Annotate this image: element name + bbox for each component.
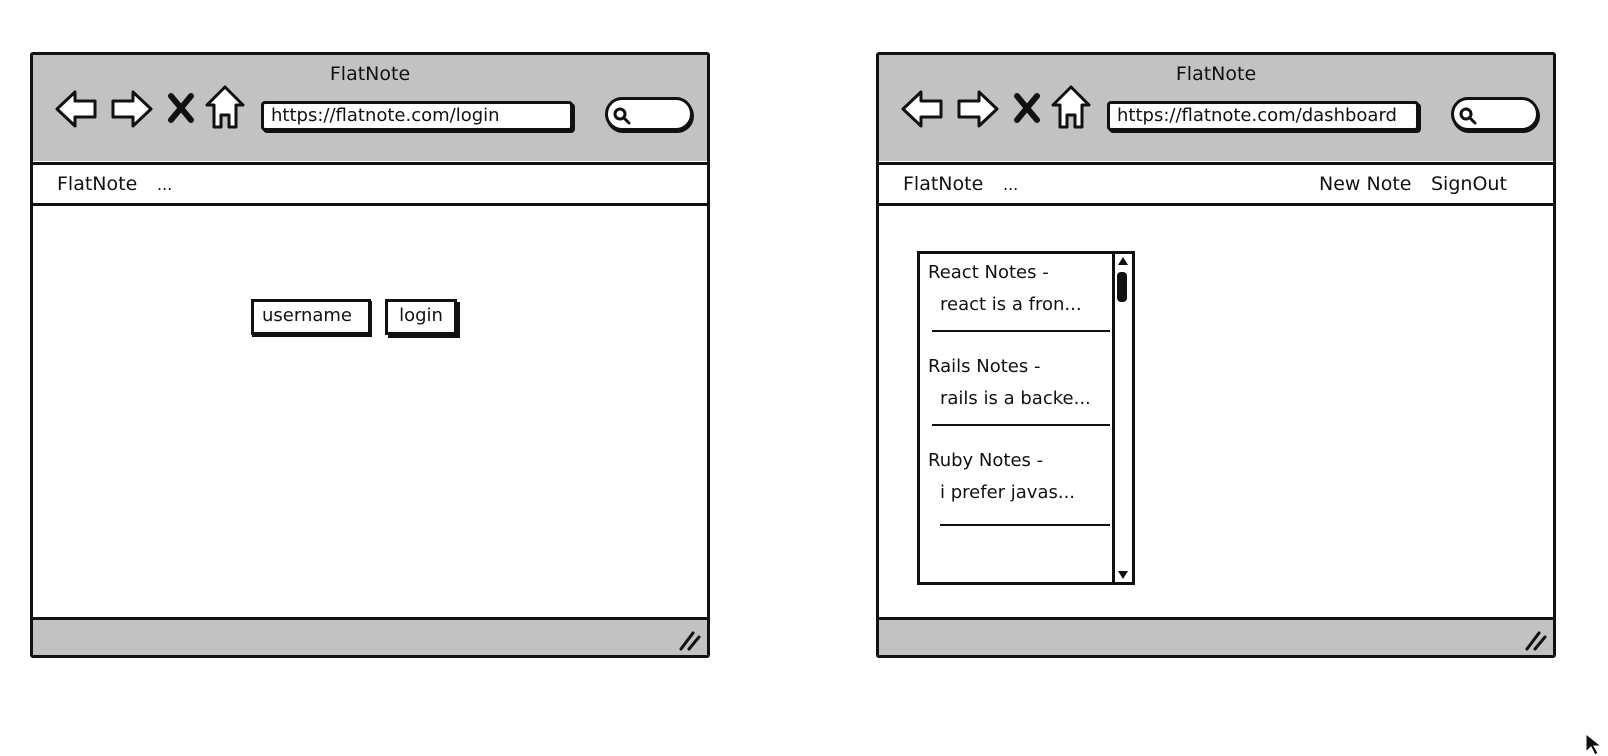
brand-link[interactable]: FlatNote [903,173,983,195]
window-title: FlatNote [1175,63,1257,85]
site-menubar: FlatNote ... New Note SignOut [876,162,1556,206]
note-title: Rails Notes - [928,356,1041,377]
resize-grip-icon[interactable] [1523,629,1547,651]
window-title: FlatNote [329,63,411,85]
home-icon[interactable] [1051,85,1091,129]
scroll-thumb[interactable] [1117,272,1127,302]
resize-grip-icon[interactable] [677,629,701,651]
divider [932,424,1110,426]
brand-link[interactable]: FlatNote [57,173,137,195]
scroll-down-arrow-icon[interactable] [1117,570,1129,580]
more-menu[interactable]: ... [1003,175,1018,194]
stop-x-icon[interactable] [168,93,194,123]
mouse-pointer-icon [1585,732,1603,756]
note-list-item[interactable]: Rails Notes - rails is a backe... [928,352,1110,444]
note-list-item[interactable]: Ruby Notes - i prefer javas... [928,446,1110,538]
address-bar[interactable]: https://flatnote.com/dashboard [1107,101,1419,131]
search-icon [613,107,631,125]
search-icon [1459,107,1477,125]
status-bar [33,617,707,655]
more-menu[interactable]: ... [157,175,172,194]
home-icon[interactable] [205,85,245,129]
browser-search-field[interactable] [605,97,693,131]
divider [940,524,1110,526]
note-preview: rails is a backe... [940,388,1091,409]
browser-chrome: FlatNote https://flatnote.com/dashboard [879,55,1553,161]
forward-arrow-icon[interactable] [109,89,153,129]
login-browser-window: FlatNote https://flatnote.com/login Flat… [30,52,710,658]
status-bar [879,617,1553,655]
browser-search-field[interactable] [1451,97,1539,131]
browser-chrome: FlatNote https://flatnote.com/login [33,55,707,161]
username-input[interactable]: username [251,299,371,335]
note-list-item[interactable]: React Notes - react is a fron... [928,258,1110,350]
divider [932,330,1110,332]
note-preview: react is a fron... [940,294,1082,315]
note-title: React Notes - [928,262,1049,283]
vertical-scrollbar[interactable] [1112,254,1132,582]
forward-arrow-icon[interactable] [955,89,999,129]
dashboard-browser-window: FlatNote https://flatnote.com/dashboard … [876,52,1556,658]
note-preview: i prefer javas... [940,482,1076,503]
sign-out-link[interactable]: SignOut [1431,173,1507,195]
site-menubar: FlatNote ... [30,162,710,206]
stop-x-icon[interactable] [1014,93,1040,123]
new-note-link[interactable]: New Note [1319,173,1411,195]
notes-list[interactable]: React Notes - react is a fron... Rails N… [917,251,1135,585]
back-arrow-icon[interactable] [55,89,99,129]
scroll-up-arrow-icon[interactable] [1117,256,1129,266]
address-bar[interactable]: https://flatnote.com/login [261,101,573,131]
note-title: Ruby Notes - [928,450,1044,471]
back-arrow-icon[interactable] [901,89,945,129]
login-button[interactable]: login [385,299,457,335]
